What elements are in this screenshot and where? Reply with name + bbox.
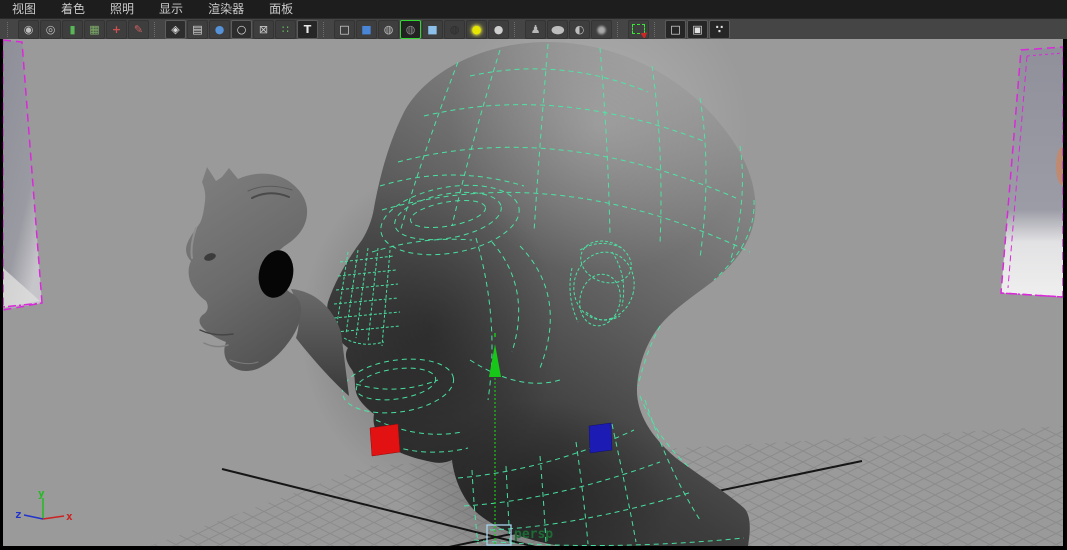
xray-display-icon[interactable]: ◍ bbox=[378, 19, 399, 39]
image-plane-icon[interactable]: ▦ bbox=[84, 19, 105, 39]
hud-text-icon[interactable]: T bbox=[297, 19, 318, 39]
red-plane-marker[interactable] bbox=[369, 423, 401, 457]
scene-light-icon[interactable]: ● bbox=[488, 19, 509, 39]
uv-dots-icon[interactable]: ∷ bbox=[275, 19, 296, 39]
zoom-region-icon[interactable]: + bbox=[106, 19, 127, 39]
checker-sphere-icon[interactable]: ◍ bbox=[444, 19, 465, 39]
wireframe-display-icon[interactable]: ◈ bbox=[165, 19, 186, 39]
viewport-menu-bar: 视图 着色 照明 显示 渲染器 面板 bbox=[0, 0, 1067, 18]
axis-x-label: x bbox=[66, 510, 73, 523]
toolbar-separator bbox=[654, 21, 662, 37]
default-material-icon[interactable]: ○ bbox=[231, 19, 252, 39]
no-texture-icon[interactable]: ⊠ bbox=[253, 19, 274, 39]
menu-shading[interactable]: 着色 bbox=[61, 0, 98, 18]
marquee-select-icon[interactable] bbox=[628, 19, 649, 39]
film-gate-icon[interactable]: ▤ bbox=[187, 19, 208, 39]
menu-show[interactable]: 显示 bbox=[159, 0, 196, 18]
blue-plane-marker[interactable] bbox=[588, 422, 613, 454]
share-view-icon[interactable]: ∵ bbox=[709, 19, 730, 39]
menu-panels[interactable]: 面板 bbox=[269, 0, 306, 18]
axis-z-label: z bbox=[15, 508, 22, 521]
toolbar-separator bbox=[617, 21, 625, 37]
snapshot-cube-icon[interactable]: □ bbox=[665, 19, 686, 39]
shaded-display-icon[interactable]: ● bbox=[209, 19, 230, 39]
toolbar-separator bbox=[7, 21, 15, 37]
viewport-toolbar: ◉ ◎ ▮ ▦ + ✎ ◈ ▤ ● ○ ⊠ ∷ T □ ■ ◍ ◍ ■ ◍ ● … bbox=[0, 18, 1067, 39]
camera-pan-zoom-icon[interactable]: ◉ bbox=[18, 19, 39, 39]
half-shade-icon[interactable]: ◐ bbox=[569, 19, 590, 39]
bookmark-icon[interactable]: ▮ bbox=[62, 19, 83, 39]
overlap-view-icon[interactable]: ▣ bbox=[687, 19, 708, 39]
toolbar-separator bbox=[154, 21, 162, 37]
ellipse-shade-icon[interactable]: ● bbox=[547, 19, 568, 39]
menu-renderer[interactable]: 渲染器 bbox=[208, 0, 257, 18]
menu-lighting[interactable]: 照明 bbox=[110, 0, 147, 18]
grease-pencil-icon[interactable]: ✎ bbox=[128, 19, 149, 39]
isolate-select-icon[interactable]: ◍ bbox=[400, 19, 421, 39]
camera-attributes-icon[interactable]: ◎ bbox=[40, 19, 61, 39]
toolbar-separator bbox=[323, 21, 331, 37]
default-light-icon[interactable]: ● bbox=[466, 19, 487, 39]
solid-cube-icon[interactable]: ■ bbox=[356, 19, 377, 39]
textured-cube-icon[interactable]: ■ bbox=[422, 19, 443, 39]
menu-view[interactable]: 视图 bbox=[12, 0, 49, 18]
perspective-viewport[interactable]: persp y z x bbox=[3, 39, 1063, 546]
wire-cube-icon[interactable]: □ bbox=[334, 19, 355, 39]
soft-shade-icon[interactable]: ● bbox=[591, 19, 612, 39]
toolbar-separator bbox=[514, 21, 522, 37]
bust-display-icon[interactable]: ♟ bbox=[525, 19, 546, 39]
camera-name-label: persp bbox=[514, 527, 553, 542]
axis-y-label: y bbox=[38, 487, 45, 500]
